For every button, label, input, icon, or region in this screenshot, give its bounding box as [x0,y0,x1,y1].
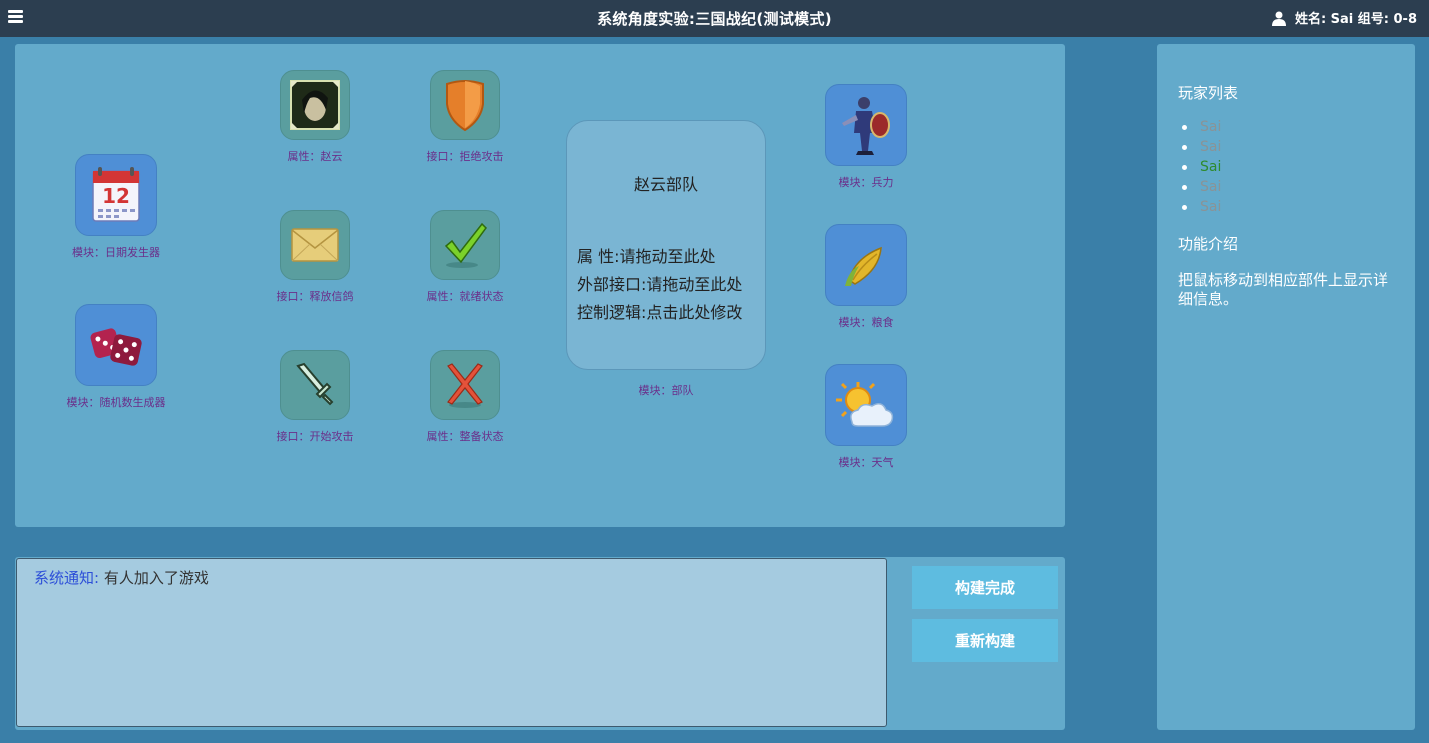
start-attack-tile[interactable] [280,350,350,420]
shield-icon [446,80,484,132]
player-list: Sai Sai Sai Sai Sai [1178,117,1394,217]
person-icon [1271,11,1286,26]
army-name: 赵云部队 [633,175,698,194]
system-log[interactable]: 系统通知: 有人加入了游戏 [16,558,887,727]
release-pigeon-caption: 接口：释放信鸽 [276,290,354,303]
log-label: 系统通知: [34,569,100,587]
army-drop-zone[interactable]: 赵云部队 属 性:请拖动至此处 外部接口:请拖动至此处 控制逻辑:点击此处修改 [566,120,766,370]
army-attr-slot[interactable]: 属 性:请拖动至此处 [577,243,715,267]
ready-state-component[interactable]: 属性：就绪状态 [415,210,515,304]
calendar-icon: 12 [92,167,140,222]
weather-module[interactable]: 模块：天气 [811,364,921,470]
sword-icon [296,362,334,406]
date-generator-module[interactable]: 12 模块：日期发生器 [61,154,171,260]
log-text: 有人加入了游戏 [99,569,209,587]
grain-caption: 模块：粮食 [838,316,894,329]
reject-attack-caption: 接口：拒绝攻击 [426,150,504,163]
user-label: 姓名: Sai 组号: 0-8 [1294,12,1417,27]
troops-module[interactable]: 模块：兵力 [811,84,921,190]
player-item: Sai [1182,137,1394,157]
reject-attack-tile[interactable] [430,70,500,140]
troops-tile[interactable] [825,84,907,166]
random-generator-caption: 模块：随机数生成器 [66,396,166,409]
release-pigeon-tile[interactable] [280,210,350,280]
start-attack-component[interactable]: 接口：开始攻击 [265,350,365,444]
build-done-button[interactable]: 构建完成 [912,566,1058,609]
dice-icon [90,328,142,366]
start-attack-caption: 接口：开始攻击 [276,430,354,443]
weather-caption: 模块：天气 [838,456,894,469]
player-item: Sai [1182,177,1394,197]
army-iface-slot[interactable]: 外部接口:请拖动至此处 [577,271,742,295]
prep-state-caption: 属性：整备状态 [426,430,504,443]
top-bar: 系统角度实验:三国战纪(测试模式) 姓名: Sai 组号: 0-8 [0,0,1429,37]
envelope-icon [291,228,339,262]
cross-icon [447,363,483,408]
rebuild-button[interactable]: 重新构建 [912,619,1058,662]
ready-state-caption: 属性：就绪状态 [426,290,504,303]
date-generator-tile[interactable]: 12 [75,154,157,236]
sun-cloud-icon [836,382,894,427]
soldier-icon [842,97,890,155]
zhaoyun-attr-tile[interactable] [280,70,350,140]
army-caption: 模块：部队 [638,384,694,397]
zhaoyun-attr-component[interactable]: 属性：赵云 [265,70,365,164]
prep-state-tile[interactable] [430,350,500,420]
player-item: Sai [1182,117,1394,137]
troops-caption: 模块：兵力 [838,176,894,189]
intro-text: 把鼠标移动到相应部件上显示详细信息。 [1178,271,1389,308]
build-board: 12 模块：日期发生器 模块：随机数生成器 属性：赵云 接口：释放信鸽 接口：开… [15,44,1065,527]
ready-state-tile[interactable] [430,210,500,280]
zhaoyun-attr-caption: 属性：赵云 [287,150,343,163]
bottom-panel: 系统通知: 有人加入了游戏 构建完成 重新构建 [15,557,1065,730]
sidebar: 玩家列表 Sai Sai Sai Sai Sai 功能介绍 把鼠标移动到相应部件… [1157,44,1415,730]
player-item: Sai [1182,197,1394,217]
svg-text:12: 12 [102,184,130,208]
release-pigeon-component[interactable]: 接口：释放信鸽 [265,210,365,304]
checkmark-icon [444,222,487,268]
players-title: 玩家列表 [1178,84,1239,102]
reject-attack-component[interactable]: 接口：拒绝攻击 [415,70,515,164]
corn-icon [845,246,882,286]
random-generator-module[interactable]: 模块：随机数生成器 [61,304,171,410]
grain-tile[interactable] [825,224,907,306]
prep-state-component[interactable]: 属性：整备状态 [415,350,515,444]
player-item: Sai [1182,157,1394,177]
grain-module[interactable]: 模块：粮食 [811,224,921,330]
app-title: 系统角度实验:三国战纪(测试模式) [597,10,832,28]
user-info: 姓名: Sai 组号: 0-8 [1271,8,1417,27]
random-generator-tile[interactable] [75,304,157,386]
army-logic-slot[interactable]: 控制逻辑:点击此处修改 [577,299,742,323]
date-generator-caption: 模块：日期发生器 [72,246,160,259]
intro-title: 功能介绍 [1178,235,1239,253]
portrait-icon [290,80,340,130]
weather-tile[interactable] [825,364,907,446]
